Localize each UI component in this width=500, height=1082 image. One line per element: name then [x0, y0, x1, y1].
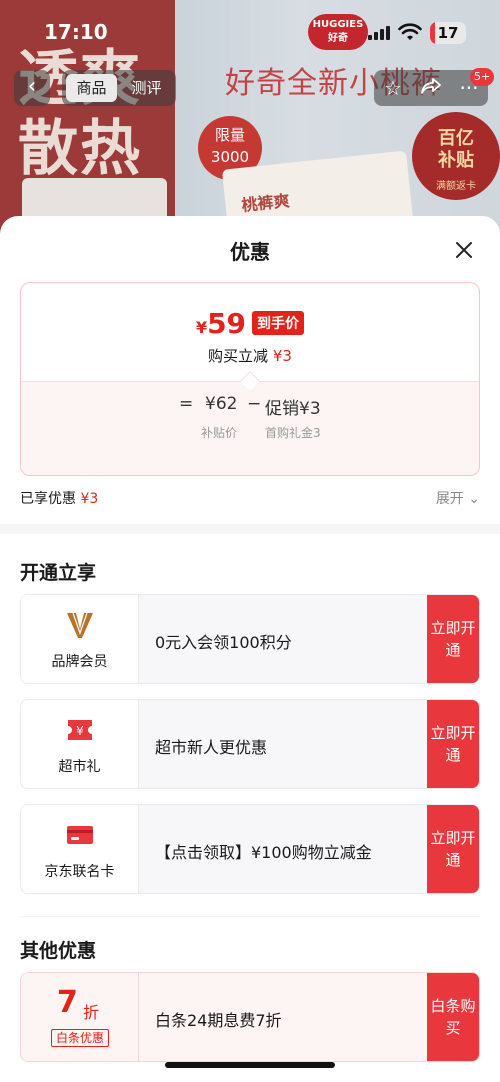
limit-badge-line1: 限量	[214, 126, 245, 144]
banner-text-2: 散热	[18, 114, 142, 184]
open-now-button[interactable]: 立即开通	[427, 805, 479, 893]
svg-text:¥: ¥	[76, 724, 84, 738]
tab-product[interactable]: 商品	[66, 74, 117, 102]
price-breakdown-card: ¥59 到手价 购买立减 ¥3 = ¥62 − 促销¥3 补贴价 首购礼金3	[20, 282, 480, 476]
cellular-signal-icon	[368, 26, 390, 40]
price-summary: ¥59 到手价 购买立减 ¥3	[21, 283, 479, 381]
offer-description: 超市新人更优惠	[155, 738, 268, 757]
offer-name: 超市礼	[58, 759, 101, 775]
product-package-text: 桃裤爽	[240, 191, 291, 215]
base-price: ¥62	[205, 394, 238, 414]
discount-unit: 折	[83, 1003, 100, 1022]
home-indicator	[165, 1062, 335, 1068]
battery-indicator: 17	[430, 22, 466, 44]
section-divider	[20, 916, 480, 917]
offer-supermarket-gift[interactable]: ¥ 超市礼 超市新人更优惠 立即开通	[20, 699, 480, 789]
star-icon[interactable]: ☆	[381, 76, 405, 100]
baitiao-buy-button[interactable]: 白条购买	[427, 973, 479, 1061]
open-section-title: 开通立享	[20, 562, 97, 584]
offer-left: ¥ 超市礼	[21, 700, 139, 788]
message-count-badge: 5+	[470, 68, 495, 86]
battery-level: 17	[437, 24, 459, 42]
equals-sign: =	[179, 394, 194, 414]
product-tabs: 商品 测评	[62, 70, 176, 106]
subsidy-badge-line2: 补贴	[438, 150, 474, 171]
reduce-line: 购买立减 ¥3	[21, 345, 479, 366]
enjoyed-discount-row: 已享优惠 ¥3 展开 ⌄	[20, 488, 480, 512]
offer-description: 【点击领取】¥100购物立减金	[155, 843, 372, 862]
offer-cobrand-card[interactable]: 京东联名卡 【点击领取】¥100购物立减金 立即开通	[20, 804, 480, 894]
currency-symbol: ¥	[195, 318, 208, 337]
enjoyed-label: 已享优惠	[20, 491, 76, 507]
subsidy-badge-line3: 满额返卡	[436, 181, 476, 192]
status-bar: 17:10 17	[0, 0, 500, 62]
expand-button[interactable]: 展开 ⌄	[436, 488, 480, 508]
open-now-button[interactable]: 立即开通	[427, 700, 479, 788]
offer-brand-member[interactable]: 品牌会员 0元入会领100积分 立即开通	[20, 594, 480, 684]
final-price-tag: 到手价	[252, 311, 305, 335]
offer-name: 京东联名卡	[44, 864, 115, 880]
discount-tag: 白条优惠	[51, 1029, 110, 1047]
offer-name: 品牌会员	[51, 654, 108, 670]
back-button[interactable]: ‹	[14, 70, 50, 106]
status-time: 17:10	[44, 20, 108, 44]
offer-baitiao[interactable]: 7 折 白条优惠 白条24期息费7折 白条购买	[20, 972, 480, 1062]
base-price-label: 补贴价	[201, 426, 238, 440]
enjoyed-amount: ¥3	[80, 491, 99, 507]
subsidy-badge: 百亿 补贴 满额返卡	[412, 112, 500, 200]
discount-sheet: 优惠 ¥59 到手价 购买立减 ¥3 = ¥62 − 促销¥3 补贴价 首购礼金3	[0, 216, 500, 1082]
offer-left: 京东联名卡	[21, 805, 139, 893]
discount-number: 7	[57, 985, 78, 1020]
reduce-label: 购买立减	[208, 347, 269, 365]
sheet-title: 优惠	[230, 240, 270, 264]
subsidy-badge-line1: 百亿	[438, 128, 474, 149]
chevron-left-icon: ‹	[27, 74, 37, 99]
other-section-title: 其他优惠	[20, 940, 97, 962]
open-now-button[interactable]: 立即开通	[427, 595, 479, 683]
wifi-icon	[398, 23, 422, 40]
coupon-icon: ¥	[68, 720, 92, 740]
close-icon[interactable]	[450, 236, 478, 264]
offer-description: 白条24期息费7折	[155, 1011, 282, 1030]
card-icon	[67, 826, 93, 844]
promo-label: 首购礼金3	[265, 426, 321, 440]
final-price-line: ¥59 到手价	[21, 307, 479, 340]
promo-amount: 促销¥3	[265, 399, 321, 419]
brand-v-icon	[67, 612, 93, 638]
limit-badge-line2: 3000	[210, 148, 250, 166]
offer-left: 品牌会员	[21, 595, 139, 683]
offer-description: 0元入会领100积分	[155, 633, 292, 652]
minus-sign: −	[247, 394, 262, 414]
section-gap	[0, 524, 500, 534]
final-price: 59	[207, 307, 247, 340]
tab-review[interactable]: 测评	[121, 74, 172, 102]
offer-left: 7 折 白条优惠	[21, 973, 139, 1061]
share-icon[interactable]	[419, 76, 443, 100]
reduce-amount: ¥3	[272, 347, 292, 365]
price-formula: = ¥62 − 促销¥3 补贴价 首购礼金3	[21, 381, 479, 475]
